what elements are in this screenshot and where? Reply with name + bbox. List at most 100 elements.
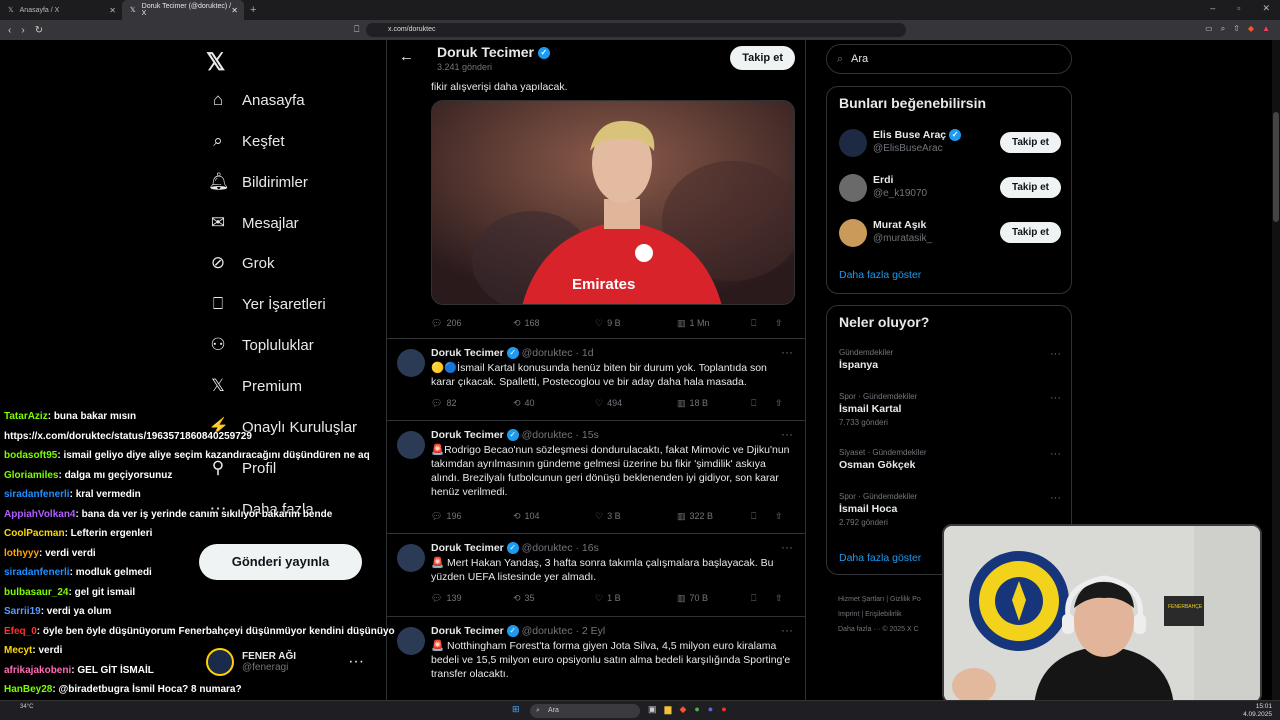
- reply-button[interactable]: 💬︎ 139: [431, 593, 461, 604]
- close-window-icon[interactable]: ✕: [1262, 3, 1270, 14]
- x-logo-icon[interactable]: 𝕏: [206, 48, 225, 77]
- more-options-icon[interactable]: ···: [1050, 348, 1061, 360]
- back-arrow-icon[interactable]: ←: [399, 48, 414, 65]
- like-button[interactable]: ♡ 1 B: [595, 593, 621, 604]
- author-handle[interactable]: @doruktec: [522, 542, 573, 554]
- footer-link[interactable]: Gizlilik Po: [890, 596, 921, 603]
- reply-button[interactable]: 💬︎ 82: [431, 398, 456, 409]
- zoom-icon[interactable]: ⌕: [1221, 24, 1225, 34]
- more-options-icon[interactable]: ···: [1050, 492, 1061, 504]
- share-icon[interactable]: ⇧: [775, 398, 783, 409]
- avatar[interactable]: [839, 174, 867, 202]
- repost-button[interactable]: ⟲ 40: [513, 398, 535, 409]
- like-button[interactable]: ♡ 3 B: [595, 511, 621, 522]
- discord-icon[interactable]: ●: [708, 704, 713, 715]
- more-options-icon[interactable]: ···: [781, 345, 793, 359]
- tweet-time[interactable]: 2 Eyl: [582, 625, 605, 637]
- tweet[interactable]: Doruk Tecimer ✓ @doruktec · 15s ··· 🚨Rodri…: [387, 420, 805, 533]
- footer-link[interactable]: Daha fazla ···: [838, 626, 880, 633]
- avatar[interactable]: [839, 129, 867, 157]
- footer-link[interactable]: Imprint: [838, 611, 859, 618]
- bookmark-icon[interactable]: ⎕: [751, 398, 756, 409]
- footer-link[interactable]: Erişilebilirlik: [865, 611, 902, 618]
- share-icon[interactable]: ⇧: [775, 318, 783, 329]
- browser-tab-home[interactable]: 𝕏 Anasayfa / X ✕: [0, 0, 122, 20]
- reply-button[interactable]: 💬︎ 206: [431, 318, 461, 329]
- more-options-icon[interactable]: ···: [781, 623, 793, 637]
- tweet[interactable]: Doruk Tecimer ✓ @doruktec · 1d ··· 🟡🔵İsmai…: [387, 338, 805, 420]
- tweet-time[interactable]: 15s: [582, 429, 599, 441]
- suggestion-item[interactable]: Erdi @e_k19070 Takip et: [839, 174, 1061, 204]
- author-handle[interactable]: @doruktec: [522, 347, 573, 359]
- cast-icon[interactable]: ▭: [1205, 24, 1213, 34]
- reply-button[interactable]: 💬︎ 196: [431, 511, 461, 522]
- tweet[interactable]: Doruk Tecimer ✓ @doruktec · 2 Eyl ··· 🚨 No…: [387, 616, 805, 700]
- browser-tab-profile[interactable]: 𝕏 Doruk Tecimer (@doruktec) / X ✕: [122, 0, 244, 20]
- minimize-icon[interactable]: –: [1210, 3, 1215, 14]
- scrollbar-thumb[interactable]: [1273, 112, 1279, 222]
- reload-icon[interactable]: ↻: [35, 25, 43, 36]
- maximize-icon[interactable]: ▫: [1237, 3, 1240, 14]
- repost-button[interactable]: ⟲ 168: [513, 318, 540, 329]
- trend-item[interactable]: Spor · Gündemdekiler İsmail Kartal 7.733 g…: [839, 392, 1061, 427]
- show-more-link[interactable]: Daha fazla göster: [839, 269, 921, 281]
- more-options-icon[interactable]: ···: [781, 540, 793, 554]
- bookmark-page-icon[interactable]: ⎕: [354, 24, 359, 35]
- suggestion-item[interactable]: Elis Buse Araç ✓ @ElisBuseArac Takip et: [839, 129, 1061, 159]
- windows-start-icon[interactable]: ⊞: [512, 704, 520, 715]
- author-name[interactable]: Doruk Tecimer: [431, 429, 504, 441]
- tweet-time[interactable]: 16s: [582, 542, 599, 554]
- share-icon[interactable]: ⇧: [1233, 24, 1240, 34]
- taskbar-search[interactable]: ⌕ Ara: [530, 704, 640, 718]
- rewards-icon[interactable]: ▲: [1262, 24, 1270, 34]
- nav-item-3[interactable]: ✉ Mesajlar: [208, 213, 299, 233]
- more-options-icon[interactable]: ···: [781, 427, 793, 441]
- views-button[interactable]: ▥ 322 B: [677, 511, 713, 522]
- file-explorer-icon[interactable]: ▆: [665, 704, 672, 715]
- nav-item-7[interactable]: 𝕏 Premium: [208, 376, 302, 396]
- repost-button[interactable]: ⟲ 35: [513, 593, 535, 604]
- author-handle[interactable]: @doruktec: [522, 429, 573, 441]
- more-options-icon[interactable]: ···: [1050, 448, 1061, 460]
- author-name[interactable]: Doruk Tecimer: [431, 542, 504, 554]
- author-name[interactable]: Doruk Tecimer: [431, 625, 504, 637]
- like-button[interactable]: ♡ 494: [595, 398, 622, 409]
- chrome-icon[interactable]: ●: [694, 704, 699, 715]
- trend-item[interactable]: Spor · Gündemdekiler İsmail Hoca 2.792 gön…: [839, 492, 1061, 527]
- nav-item-6[interactable]: ⚇ Topluluklar: [208, 335, 313, 355]
- more-options-icon[interactable]: ···: [1050, 392, 1061, 404]
- nav-item-0[interactable]: ⌂ Anasayfa: [208, 90, 305, 110]
- brave-shield-icon[interactable]: ◆: [1248, 24, 1254, 34]
- task-view-icon[interactable]: ▣: [648, 704, 657, 715]
- nav-item-4[interactable]: ⊘ Grok: [208, 253, 275, 273]
- author-name[interactable]: Doruk Tecimer: [431, 347, 504, 359]
- follow-button[interactable]: Takip et: [730, 46, 795, 70]
- author-handle[interactable]: @doruktec: [522, 625, 573, 637]
- follow-button[interactable]: Takip et: [999, 222, 1061, 243]
- nav-item-2[interactable]: 🔔︎ Bildirimler: [208, 172, 308, 192]
- new-tab-icon[interactable]: +: [250, 4, 256, 16]
- weather-widget[interactable]: 34°C: [20, 704, 33, 710]
- trend-item[interactable]: Siyaset · Gündemdekiler Osman Gökçek ···: [839, 448, 1061, 471]
- footer-link[interactable]: Hizmet Şartları: [838, 596, 884, 603]
- page-scrollbar[interactable]: [1272, 40, 1280, 700]
- bookmark-icon[interactable]: ⎕: [751, 593, 756, 604]
- follow-button[interactable]: Takip et: [999, 132, 1061, 153]
- follow-button[interactable]: Takip et: [999, 177, 1061, 198]
- suggestion-item[interactable]: Murat Aşık @muratasik_ Takip et: [839, 219, 1061, 249]
- trend-item[interactable]: Gündemdekiler İspanya ···: [839, 348, 1061, 371]
- system-clock[interactable]: 15:01 4.09.2025: [1243, 703, 1272, 719]
- views-button[interactable]: ▥ 70 B: [677, 593, 708, 604]
- close-tab-icon[interactable]: ✕: [231, 6, 238, 15]
- bookmark-icon[interactable]: ⎕: [751, 318, 756, 329]
- share-icon[interactable]: ⇧: [775, 511, 783, 522]
- nav-item-5[interactable]: ⎕ Yer İşaretleri: [208, 294, 326, 314]
- tweet[interactable]: Doruk Tecimer ✓ @doruktec · 16s ··· 🚨 Mert…: [387, 533, 805, 616]
- avatar[interactable]: [397, 349, 425, 377]
- tweet[interactable]: fikir alışverişi daha yapılacak. Emirate…: [387, 78, 805, 338]
- nav-item-1[interactable]: ⌕ Keşfet: [208, 131, 284, 151]
- views-button[interactable]: ▥ 1 Mn: [677, 318, 710, 329]
- app-icon[interactable]: ●: [721, 704, 726, 715]
- close-tab-icon[interactable]: ✕: [109, 6, 116, 15]
- like-button[interactable]: ♡ 9 B: [595, 318, 621, 329]
